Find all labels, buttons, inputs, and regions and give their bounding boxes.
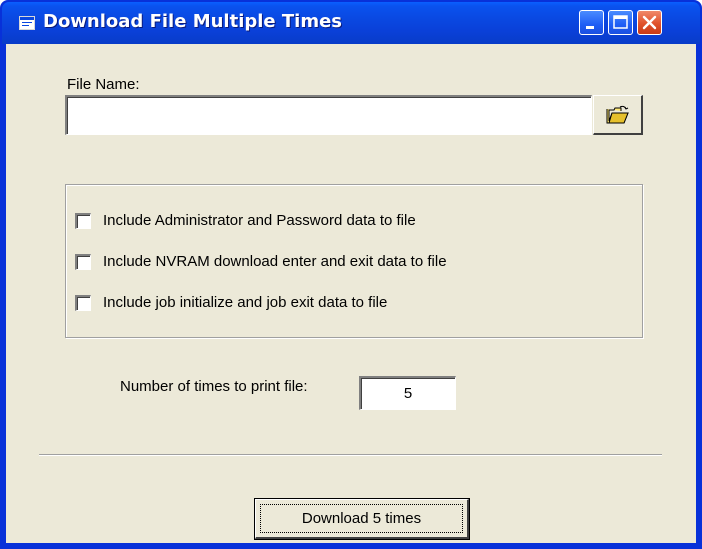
checkbox[interactable] bbox=[75, 213, 91, 229]
option-label: Include job initialize and job exit data… bbox=[103, 294, 388, 311]
dialog-client-area: File Name: Include Administrator and Pas… bbox=[6, 44, 696, 543]
title-bar[interactable]: Download File Multiple Times bbox=[2, 2, 700, 44]
open-folder-icon bbox=[606, 105, 629, 124]
close-button[interactable] bbox=[637, 10, 662, 35]
download-button-label: Download 5 times bbox=[301, 509, 422, 527]
option-label: Include Administrator and Password data … bbox=[103, 212, 416, 229]
file-name-label: File Name: bbox=[67, 76, 140, 93]
print-times-input[interactable] bbox=[359, 376, 456, 410]
separator bbox=[39, 454, 662, 456]
minimize-icon bbox=[586, 26, 594, 29]
option-label: Include NVRAM download enter and exit da… bbox=[103, 253, 447, 270]
checkbox[interactable] bbox=[75, 254, 91, 270]
download-button[interactable]: Download 5 times bbox=[254, 498, 470, 540]
checkbox[interactable] bbox=[75, 295, 91, 311]
window-title: Download File Multiple Times bbox=[43, 11, 343, 32]
file-name-input[interactable] bbox=[65, 95, 592, 135]
print-times-label: Number of times to print file: bbox=[120, 378, 308, 395]
app-window-icon[interactable] bbox=[19, 16, 35, 30]
maximize-button[interactable] bbox=[608, 10, 633, 35]
close-icon bbox=[642, 15, 657, 30]
browse-file-button[interactable] bbox=[593, 95, 643, 135]
minimize-button[interactable] bbox=[579, 10, 604, 35]
download-dialog-window: Download File Multiple Times File Name: bbox=[0, 0, 702, 549]
maximize-icon bbox=[613, 15, 628, 29]
